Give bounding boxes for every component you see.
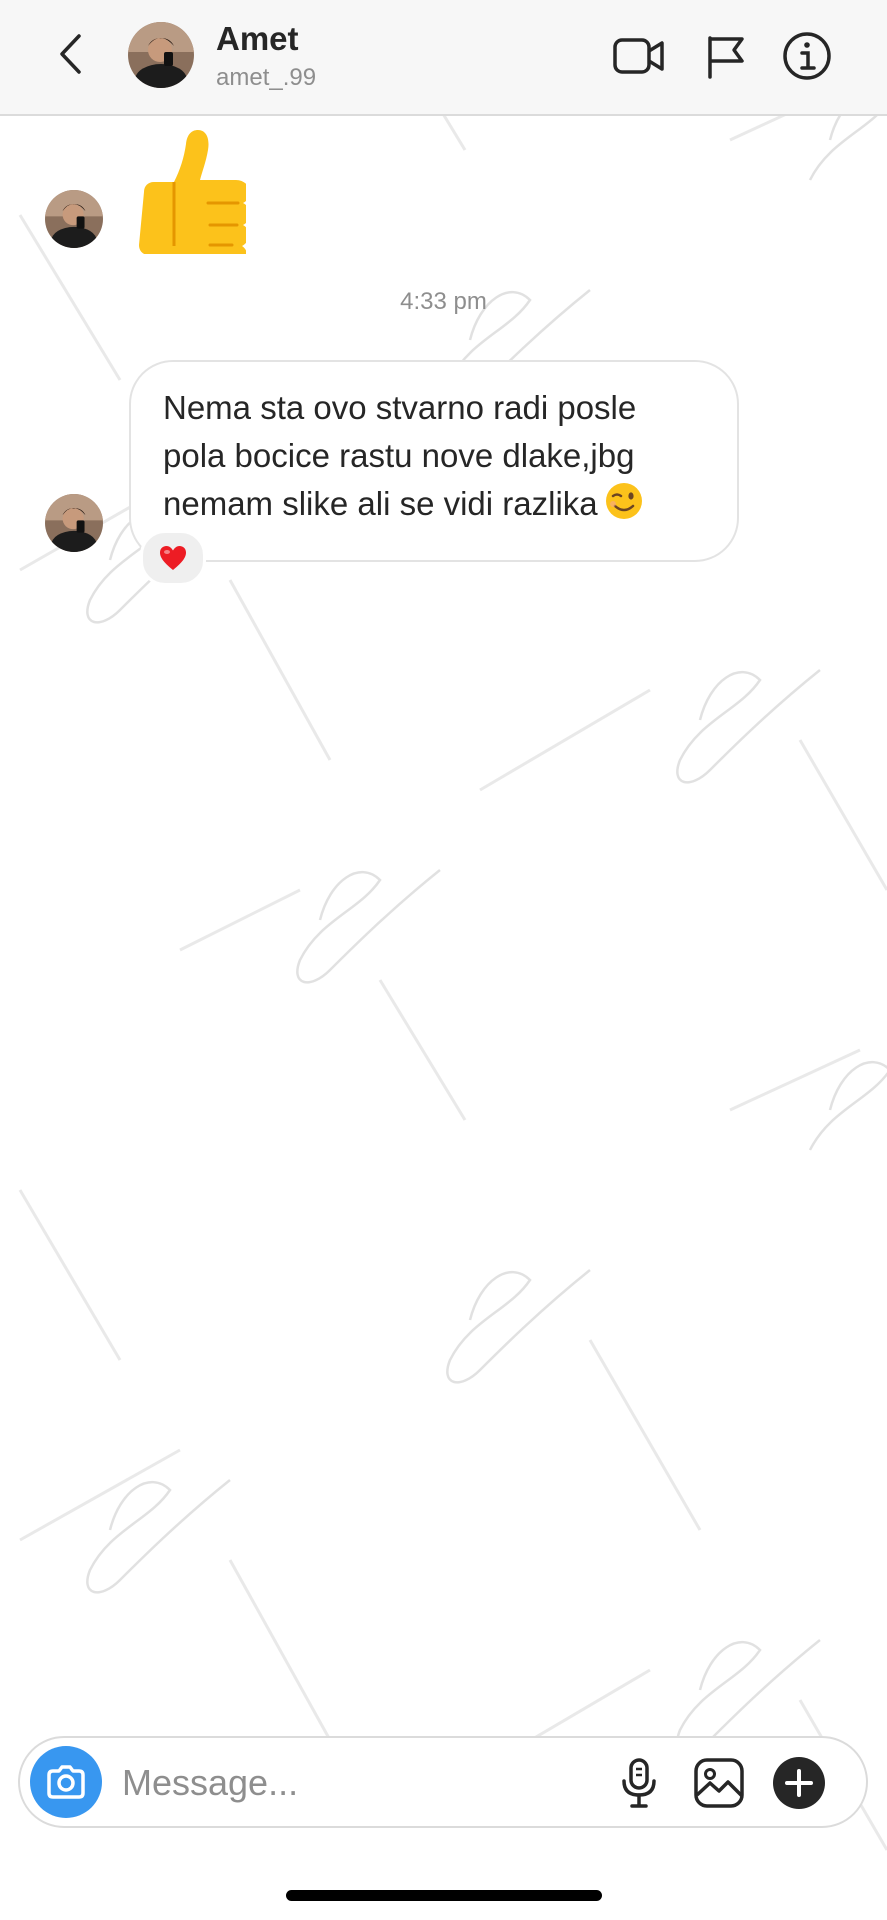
chat-header: Amet amet_.99 bbox=[0, 0, 887, 116]
thumbs-up-emoji bbox=[139, 130, 250, 267]
report-button[interactable] bbox=[698, 30, 752, 82]
profile-photo bbox=[128, 22, 194, 88]
heart-reaction[interactable] bbox=[140, 530, 206, 586]
microphone-icon bbox=[622, 1758, 656, 1808]
avatar[interactable] bbox=[128, 22, 194, 88]
heart-icon bbox=[160, 546, 186, 570]
gallery-icon bbox=[694, 1758, 744, 1808]
message-input[interactable] bbox=[120, 1752, 604, 1814]
back-button[interactable] bbox=[48, 28, 92, 80]
info-icon bbox=[783, 32, 831, 80]
message-bubble[interactable]: Nema sta ovo stvarno radi posle pola boc… bbox=[129, 360, 739, 562]
home-indicator[interactable] bbox=[286, 1890, 602, 1901]
sender-avatar[interactable] bbox=[45, 494, 103, 552]
camera-button[interactable] bbox=[30, 1746, 102, 1818]
message-line: pola bocice rastu nove dlake,jbg bbox=[163, 437, 635, 474]
video-call-icon bbox=[613, 38, 664, 74]
message-timestamp: 4:33 pm bbox=[400, 288, 487, 315]
thumbs-up-message[interactable] bbox=[130, 128, 250, 267]
video-call-button[interactable] bbox=[612, 30, 666, 82]
info-button[interactable] bbox=[780, 30, 834, 82]
gallery-button[interactable] bbox=[690, 1754, 748, 1812]
message-line-text: nemam slike ali se vidi razlika bbox=[163, 485, 598, 522]
message-composer bbox=[18, 1736, 868, 1828]
chevron-left-icon bbox=[60, 34, 81, 74]
profile-photo bbox=[45, 190, 103, 248]
plus-icon bbox=[773, 1757, 825, 1809]
more-options-button[interactable] bbox=[770, 1754, 828, 1812]
camera-icon bbox=[47, 1765, 85, 1799]
sender-avatar[interactable] bbox=[45, 190, 103, 248]
flag-icon bbox=[708, 36, 744, 79]
contact-username: amet_.99 bbox=[216, 64, 317, 91]
contact-name[interactable]: Amet bbox=[216, 20, 299, 58]
voice-message-button[interactable] bbox=[610, 1754, 668, 1812]
profile-photo bbox=[45, 494, 103, 552]
dm-screen: Amet amet_.99 4:33 pm Nema sta ovo stvar… bbox=[0, 0, 887, 1920]
message-line: nemam slike ali se vidi razlika bbox=[163, 480, 707, 534]
winking-face-emoji bbox=[604, 481, 644, 534]
message-line: Nema sta ovo stvarno radi posle bbox=[163, 389, 637, 426]
